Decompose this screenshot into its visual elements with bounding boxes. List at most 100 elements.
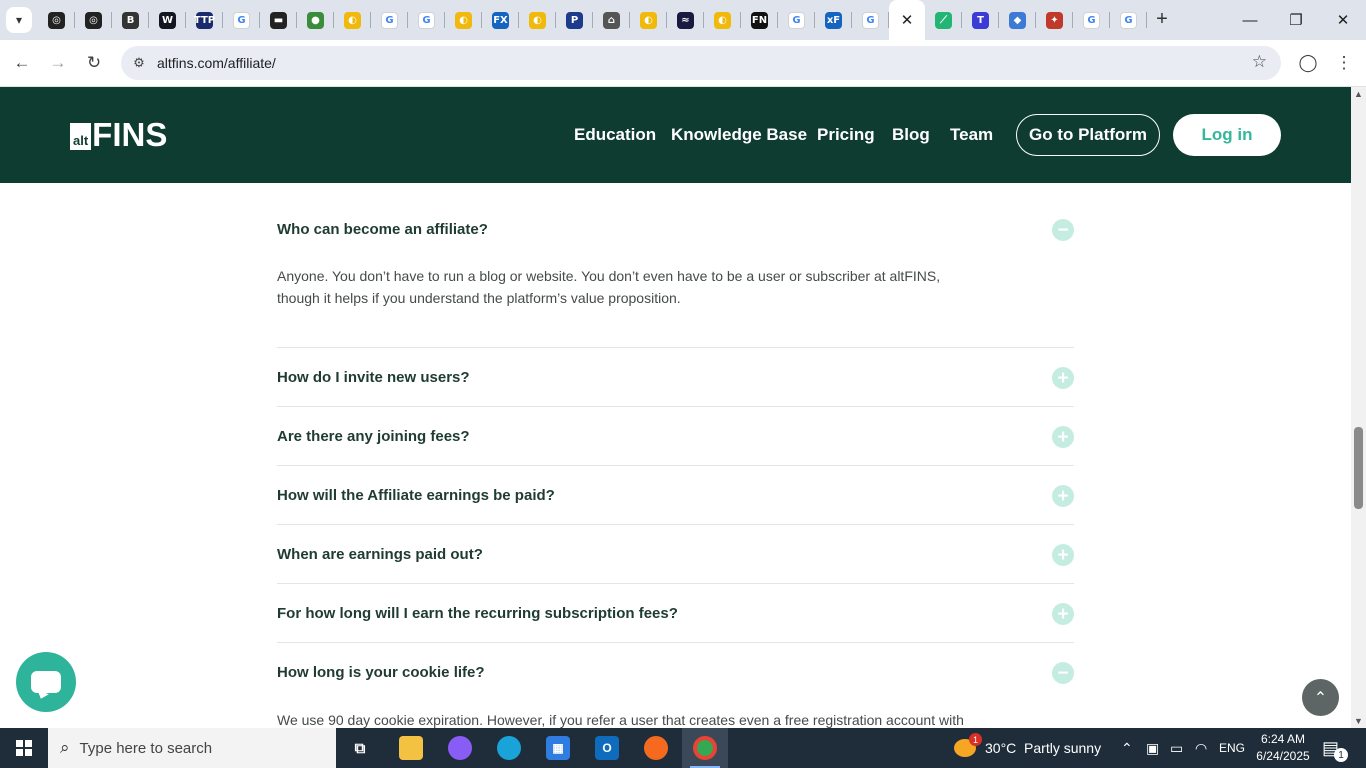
scroll-up-icon[interactable]: ▲ bbox=[1354, 89, 1363, 99]
wifi-icon[interactable]: ◠ bbox=[1195, 728, 1207, 768]
url-text[interactable]: altfins.com/affiliate/ bbox=[157, 55, 276, 71]
page-scrollbar[interactable]: ▲ ▼ bbox=[1351, 87, 1366, 728]
browser-tab[interactable]: ● bbox=[297, 0, 334, 40]
system-clock[interactable]: 6:24 AM 6/24/2025 bbox=[1255, 731, 1311, 765]
faq-item[interactable]: Who can become an affiliate? − Anyone. Y… bbox=[277, 219, 1074, 306]
browser-tab[interactable]: ⟋ bbox=[925, 0, 962, 40]
browser-tab[interactable]: P bbox=[556, 0, 593, 40]
scrollbar-thumb[interactable] bbox=[1354, 427, 1363, 509]
faq-question[interactable]: Are there any joining fees? bbox=[277, 428, 1074, 445]
new-tab-button[interactable]: + bbox=[1151, 8, 1173, 30]
outlook-icon[interactable]: O bbox=[595, 736, 619, 760]
language-indicator[interactable]: ENG bbox=[1219, 728, 1245, 768]
firefox-icon[interactable] bbox=[644, 736, 668, 760]
browser-tab[interactable]: ◐ bbox=[445, 0, 482, 40]
faq-item[interactable]: How will the Affiliate earnings be paid?… bbox=[277, 485, 1074, 507]
browser-tab[interactable]: ▬ bbox=[260, 0, 297, 40]
browser-tab[interactable]: ◐ bbox=[519, 0, 556, 40]
faq-item[interactable]: When are earnings paid out? + bbox=[277, 544, 1074, 566]
scroll-down-icon[interactable]: ▼ bbox=[1354, 716, 1363, 726]
meet-now-icon[interactable]: ▣ bbox=[1146, 728, 1159, 768]
collapse-icon[interactable]: − bbox=[1052, 662, 1074, 684]
browser-tab[interactable]: G bbox=[371, 0, 408, 40]
faq-question[interactable]: For how long will I earn the recurring s… bbox=[277, 605, 1074, 622]
browser-tab[interactable]: G bbox=[408, 0, 445, 40]
chrome-icon[interactable] bbox=[693, 736, 717, 760]
browser-tab[interactable]: B bbox=[112, 0, 149, 40]
edge-icon[interactable] bbox=[497, 736, 521, 760]
browser-tab[interactable]: ◆ bbox=[999, 0, 1036, 40]
login-button[interactable]: Log in bbox=[1173, 114, 1281, 156]
task-view-icon[interactable]: ⧉ bbox=[348, 736, 372, 760]
restore-button[interactable]: ❐ bbox=[1273, 0, 1319, 40]
nav-education[interactable]: Education bbox=[574, 125, 656, 145]
back-button[interactable]: ← bbox=[9, 50, 35, 76]
microsoft-store-icon[interactable]: ▦ bbox=[546, 736, 570, 760]
expand-icon[interactable]: + bbox=[1052, 544, 1074, 566]
browser-tab[interactable]: ◐ bbox=[630, 0, 667, 40]
google-icon: G bbox=[862, 11, 879, 29]
expand-icon[interactable]: + bbox=[1052, 426, 1074, 448]
browser-tab[interactable]: TTP bbox=[186, 0, 223, 40]
faq-question[interactable]: When are earnings paid out? bbox=[277, 546, 1074, 563]
address-bar[interactable]: ⚙ altfins.com/affiliate/ ☆ bbox=[121, 46, 1281, 80]
taskbar-search-box[interactable]: ⌕ Type here to search bbox=[48, 728, 336, 768]
nav-blog[interactable]: Blog bbox=[892, 125, 930, 145]
nav-team[interactable]: Team bbox=[950, 125, 993, 145]
browser-tab[interactable]: ◎ bbox=[75, 0, 112, 40]
faq-item[interactable]: How long is your cookie life? − We use 9… bbox=[277, 662, 1074, 728]
back-to-top-button[interactable]: ⌃ bbox=[1302, 679, 1339, 716]
google-icon: G bbox=[233, 11, 250, 29]
browser-tab[interactable]: G bbox=[852, 0, 889, 40]
expand-icon[interactable]: + bbox=[1052, 367, 1074, 389]
faq-question[interactable]: Who can become an affiliate? bbox=[277, 221, 1074, 238]
copilot-icon[interactable] bbox=[448, 736, 472, 760]
browser-tab[interactable]: T bbox=[962, 0, 999, 40]
collapse-icon[interactable]: − bbox=[1052, 219, 1074, 241]
nav-pricing[interactable]: Pricing bbox=[817, 125, 875, 145]
browser-tab[interactable]: ◎ bbox=[38, 0, 75, 40]
reload-button[interactable]: ↻ bbox=[81, 50, 107, 76]
browser-tab[interactable]: G bbox=[1073, 0, 1110, 40]
close-window-button[interactable]: ✕ bbox=[1320, 0, 1366, 40]
b-icon: B bbox=[122, 11, 139, 29]
battery-icon[interactable]: ▭ bbox=[1170, 728, 1183, 768]
file-explorer-icon[interactable] bbox=[399, 736, 423, 760]
go-to-platform-button[interactable]: Go to Platform bbox=[1016, 114, 1160, 156]
browser-tab[interactable]: G bbox=[1110, 0, 1147, 40]
close-icon[interactable]: ✕ bbox=[901, 11, 914, 29]
browser-tab[interactable]: ◐ bbox=[704, 0, 741, 40]
browser-tab[interactable]: FX bbox=[482, 0, 519, 40]
expand-icon[interactable]: + bbox=[1052, 603, 1074, 625]
minimize-button[interactable]: — bbox=[1227, 0, 1273, 40]
weather-widget[interactable]: 1 30°C Partly sunny bbox=[954, 728, 1101, 768]
browser-tab[interactable]: ✦ bbox=[1036, 0, 1073, 40]
faq-question[interactable]: How long is your cookie life? bbox=[277, 664, 1074, 681]
faq-question[interactable]: How do I invite new users? bbox=[277, 369, 1074, 386]
browser-tab[interactable]: G bbox=[223, 0, 260, 40]
menu-icon[interactable]: ⋮ bbox=[1331, 50, 1357, 76]
browser-tab[interactable]: ⌂ bbox=[593, 0, 630, 40]
site-info-icon[interactable]: ⚙ bbox=[129, 53, 149, 73]
tab-search-dropdown-icon[interactable]: ▾ bbox=[6, 7, 32, 33]
nav-knowledge-base[interactable]: Knowledge Base bbox=[671, 125, 807, 145]
start-button[interactable] bbox=[0, 728, 48, 768]
active-tab[interactable]: ✕ bbox=[889, 0, 925, 40]
profile-icon[interactable]: ◯ bbox=[1295, 50, 1321, 76]
expand-icon[interactable]: + bbox=[1052, 485, 1074, 507]
altfins-logo[interactable]: alt FINS bbox=[70, 118, 167, 151]
browser-tab[interactable]: ≈ bbox=[667, 0, 704, 40]
forward-button[interactable]: → bbox=[45, 50, 71, 76]
browser-tab[interactable]: FN bbox=[741, 0, 778, 40]
bookmark-star-icon[interactable]: ☆ bbox=[1252, 52, 1267, 72]
faq-item[interactable]: Are there any joining fees? + bbox=[277, 426, 1074, 448]
browser-tab[interactable]: G bbox=[778, 0, 815, 40]
browser-tab[interactable]: W bbox=[149, 0, 186, 40]
browser-tab[interactable]: ◐ bbox=[334, 0, 371, 40]
faq-item[interactable]: How do I invite new users? + bbox=[277, 367, 1074, 389]
faq-item[interactable]: For how long will I earn the recurring s… bbox=[277, 603, 1074, 625]
faq-question[interactable]: How will the Affiliate earnings be paid? bbox=[277, 487, 1074, 504]
chat-widget-button[interactable] bbox=[16, 652, 76, 712]
browser-tab[interactable]: xF bbox=[815, 0, 852, 40]
show-hidden-icons-icon[interactable]: ⌃ bbox=[1121, 728, 1133, 768]
